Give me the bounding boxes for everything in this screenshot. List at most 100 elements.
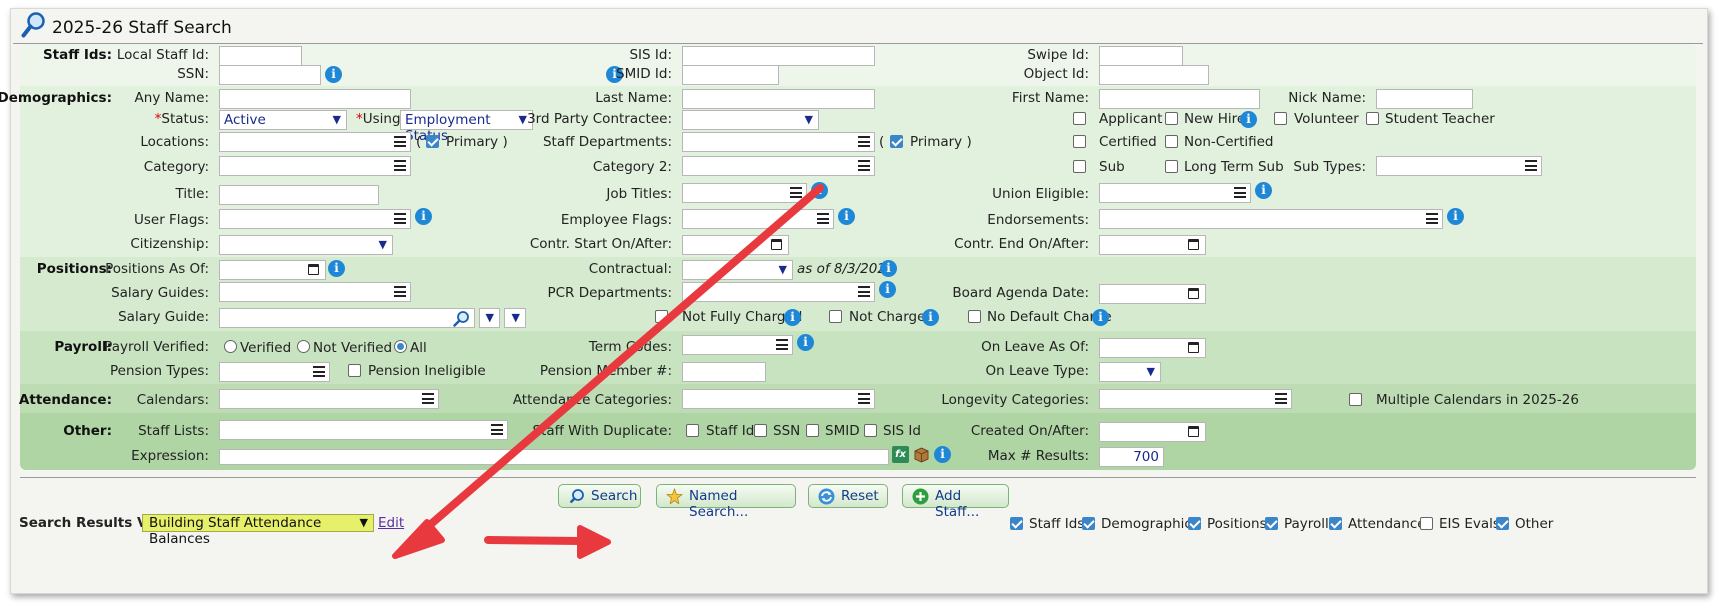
object-id-input[interactable] [1099,65,1209,85]
on-leave-type-select[interactable]: ▼ [1099,362,1161,382]
new-hire-checkbox[interactable] [1165,112,1178,125]
last-name-input[interactable] [682,89,875,109]
any-name-input[interactable] [219,89,411,109]
endorsements-info-icon[interactable]: i [1447,208,1464,225]
contr-start-date-input[interactable] [682,235,789,255]
locations-primary-checkbox[interactable] [426,135,439,148]
third-party-label: 3rd Party Contractee: [527,111,672,127]
named-search-button[interactable]: Named Search... [656,484,796,520]
pension-member-input[interactable] [682,362,766,382]
salary-guide-step-select[interactable]: ▼ [479,308,500,328]
footer-check-staff-ids[interactable] [1010,517,1023,530]
ssn-info-icon[interactable]: i [325,66,342,83]
dup-ssn-checkbox[interactable] [754,424,767,437]
not-verified-radio[interactable] [297,340,310,353]
edit-results-view-link[interactable]: Edit [378,515,404,531]
title-input[interactable] [219,185,379,205]
dup-smid-checkbox[interactable] [806,424,819,437]
no-default-charge-checkbox[interactable] [968,310,981,323]
applicant-checkbox[interactable] [1073,112,1086,125]
footer-check-eis-evals[interactable] [1420,517,1433,530]
union-eligible-info-icon[interactable]: i [1255,182,1272,199]
salary-guide-level-select[interactable]: ▼ [504,308,526,328]
add-staff-button[interactable]: Add Staff... [902,484,1009,520]
created-on-after-date-input[interactable] [1099,422,1206,442]
staff-lists-multiselect[interactable] [219,420,508,440]
first-name-input[interactable] [1099,89,1260,109]
ssn-input[interactable] [219,65,321,85]
smid-id-input[interactable] [682,65,779,85]
contractual-info-icon[interactable]: i [880,260,897,277]
pension-types-multiselect[interactable] [219,362,330,382]
footer-check-demographics[interactable] [1082,517,1095,530]
positions-as-of-info-icon[interactable]: i [328,260,345,277]
expression-info-icon[interactable]: i [934,446,951,463]
all-radio[interactable] [394,340,407,353]
no-default-charge-info-icon[interactable]: i [1092,309,1109,326]
sis-id-input[interactable] [682,46,875,66]
dup-sis-id-checkbox[interactable] [864,424,877,437]
long-term-sub-checkbox[interactable] [1165,160,1178,173]
salary-guide-input[interactable] [219,308,475,328]
multiple-calendars-checkbox[interactable] [1349,393,1362,406]
on-leave-as-of-date-input[interactable] [1099,338,1206,358]
job-titles-info-icon[interactable]: i [811,182,828,199]
employee-flags-multiselect[interactable] [682,209,834,229]
new-hire-info-icon[interactable]: i [1240,111,1257,128]
pcr-departments-multiselect[interactable] [682,282,875,302]
search-button[interactable]: Search [558,484,641,508]
footer-check-positions[interactable] [1188,517,1201,530]
contractual-select[interactable]: ▼ [682,260,793,280]
staff-departments-primary-checkbox[interactable] [890,135,903,148]
expression-input[interactable] [219,449,889,465]
pension-ineligible-checkbox[interactable] [348,364,361,377]
category-multiselect[interactable] [219,156,411,176]
term-codes-info-icon[interactable]: i [797,334,814,351]
pcr-departments-info-icon[interactable]: i [879,281,896,298]
student-teacher-checkbox[interactable] [1366,112,1379,125]
user-flags-info-icon[interactable]: i [415,208,432,225]
package-icon[interactable] [913,446,930,463]
staff-departments-multiselect[interactable] [682,132,875,152]
volunteer-checkbox[interactable] [1274,112,1287,125]
function-builder-icon[interactable]: fx [892,446,909,463]
footer-check-attendance[interactable] [1329,517,1342,530]
verified-radio[interactable] [224,340,237,353]
using-select[interactable]: Employment Status▼ [400,110,533,144]
dup-staff-id-checkbox[interactable] [686,424,699,437]
not-fully-charged-info-icon[interactable]: i [784,309,801,326]
contr-end-date-input[interactable] [1099,235,1206,255]
not-charged-info-icon[interactable]: i [922,309,939,326]
category2-multiselect[interactable] [682,156,875,176]
job-titles-multiselect[interactable] [682,183,807,203]
employee-flags-info-icon[interactable]: i [838,208,855,225]
user-flags-multiselect[interactable] [219,209,411,229]
local-staff-id-input[interactable] [219,46,302,66]
endorsements-multiselect[interactable] [1099,209,1443,229]
certified-checkbox[interactable] [1073,135,1086,148]
non-certified-checkbox[interactable] [1165,135,1178,148]
search-results-view-select[interactable]: Building Staff Attendance Balances ▼ [142,514,374,547]
sub-types-multiselect[interactable] [1376,156,1542,176]
longevity-categories-multiselect[interactable] [1099,389,1292,409]
footer-check-other[interactable] [1496,517,1509,530]
swipe-id-input[interactable] [1099,46,1183,66]
calendars-multiselect[interactable] [219,389,439,409]
reset-button[interactable]: Reset [808,484,888,508]
not-fully-charged-checkbox[interactable] [655,310,668,323]
union-eligible-multiselect[interactable] [1099,183,1251,203]
locations-multiselect[interactable] [219,132,411,152]
board-agenda-date-input[interactable] [1099,284,1206,304]
salary-guides-multiselect[interactable] [219,282,411,302]
citizenship-select[interactable]: ▼ [219,235,393,255]
status-select[interactable]: Active ▼ [219,110,347,130]
not-charged-checkbox[interactable] [829,310,842,323]
max-results-input[interactable]: 700 [1099,447,1164,467]
third-party-select[interactable]: ▼ [682,110,819,130]
term-codes-multiselect[interactable] [682,335,793,355]
attendance-categories-multiselect[interactable] [682,389,875,409]
positions-as-of-date-input[interactable] [219,260,326,280]
footer-check-payroll[interactable] [1265,517,1278,530]
sub-checkbox[interactable] [1073,160,1086,173]
nick-name-input[interactable] [1376,89,1473,109]
